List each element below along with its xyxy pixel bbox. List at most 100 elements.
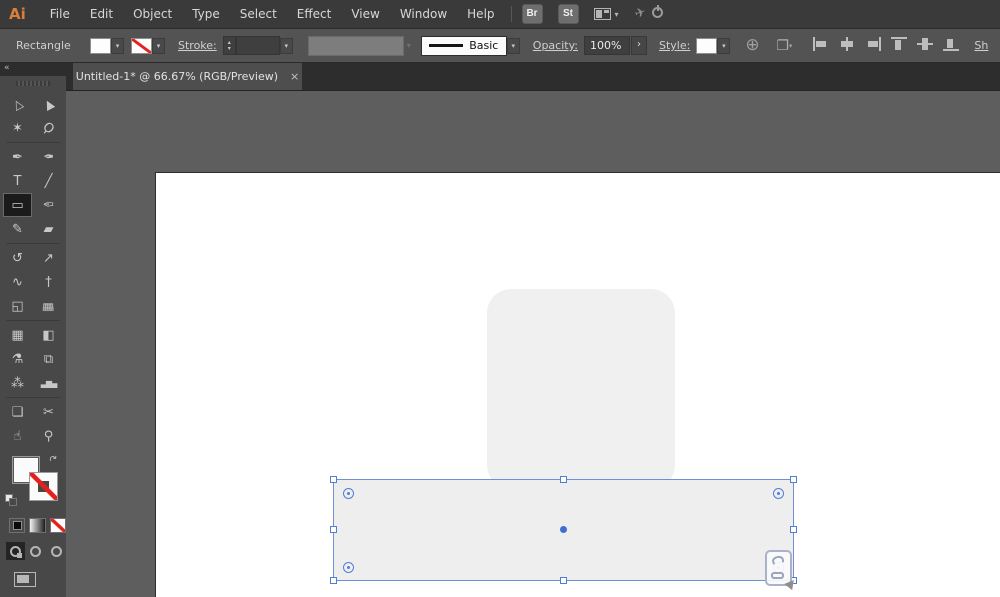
stroke-color-swatch[interactable] xyxy=(131,37,152,54)
selection-handle-e[interactable] xyxy=(790,526,797,533)
stroke-chevron-icon[interactable]: ▾ xyxy=(152,37,165,54)
panel-grip[interactable] xyxy=(16,81,50,86)
selection-handle-sw[interactable] xyxy=(330,577,337,584)
fill-color-swatch[interactable] xyxy=(90,37,111,54)
column-graph-tool[interactable]: ▃▆▄ xyxy=(34,371,63,395)
menu-type[interactable]: Type xyxy=(182,0,230,29)
symbol-sprayer-tool[interactable]: ⁂ xyxy=(3,371,32,395)
brush-chevron-icon[interactable]: ▾ xyxy=(506,37,520,54)
globe-icon[interactable]: ⊕ xyxy=(745,36,764,55)
direct-selection-tool[interactable]: ▲ xyxy=(34,92,63,116)
type-tool[interactable]: T xyxy=(3,169,32,193)
curvature-tool-icon: ✒ xyxy=(43,149,54,165)
eyedropper-tool[interactable]: ⚗ xyxy=(3,347,32,371)
menu-edit[interactable]: Edit xyxy=(80,0,123,29)
shape-label-partial: Sh xyxy=(974,39,989,52)
swap-fill-stroke-icon[interactable]: ↷ xyxy=(47,453,60,467)
default-fill-stroke-icon[interactable] xyxy=(5,494,19,506)
perspective-grid-tool[interactable]: ▦ xyxy=(34,294,63,318)
vertical-align-bottom-icon[interactable] xyxy=(943,37,960,51)
blend-tool[interactable]: ⧉ xyxy=(34,347,63,371)
horizontal-align-center-icon[interactable] xyxy=(839,37,855,51)
style-panel-link[interactable]: Style: xyxy=(659,39,690,52)
brush-name: Basic xyxy=(469,39,499,52)
close-tab-icon[interactable]: × xyxy=(290,70,299,83)
rectangle-tool[interactable]: ▭ xyxy=(3,193,32,217)
slice-tool[interactable]: ✂ xyxy=(34,400,63,424)
curvature-tool[interactable]: ✒ xyxy=(34,145,63,169)
canvas[interactable] xyxy=(66,91,1000,597)
selected-rectangle-shape[interactable] xyxy=(330,476,797,584)
draw-behind-button[interactable] xyxy=(26,542,45,560)
selection-handle-s[interactable] xyxy=(559,577,567,584)
selection-handle-n[interactable] xyxy=(559,476,567,483)
puppet-warp-tool[interactable]: † xyxy=(34,270,63,294)
lasso-tool[interactable]: Ϙ xyxy=(34,116,63,140)
hand-tool[interactable]: ☝ xyxy=(3,424,32,448)
shape-builder-tool[interactable]: ◱ xyxy=(3,294,32,318)
paintbrush-tool[interactable]: ✑ xyxy=(34,193,63,217)
selection-tool[interactable]: △ xyxy=(3,92,32,116)
corner-radius-widget-bl[interactable] xyxy=(343,562,354,573)
horizontal-align-right-icon[interactable] xyxy=(865,37,882,51)
scale-tool[interactable]: ↗ xyxy=(34,246,63,270)
magic-wand-tool[interactable]: ✶ xyxy=(3,116,32,140)
stock-button[interactable]: St xyxy=(557,4,579,24)
rounded-rectangle-shape[interactable] xyxy=(487,289,675,489)
menu-select[interactable]: Select xyxy=(230,0,287,29)
stroke-weight-chevron-icon[interactable]: ▾ xyxy=(279,37,293,54)
opacity-field[interactable]: 100% xyxy=(584,36,630,55)
menu-help[interactable]: Help xyxy=(457,0,504,29)
style-chevron-icon[interactable]: ▾ xyxy=(717,37,731,54)
vertical-align-top-icon[interactable] xyxy=(891,37,908,51)
menu-effect[interactable]: Effect xyxy=(287,0,342,29)
none-button[interactable] xyxy=(49,518,66,533)
workspace-switcher-icon[interactable] xyxy=(593,8,611,20)
menu-window[interactable]: Window xyxy=(390,0,457,29)
graphic-style-swatch[interactable] xyxy=(696,37,718,54)
mesh-tool[interactable]: ▦ xyxy=(3,323,32,347)
line-segment-tool[interactable]: ╱ xyxy=(34,169,63,193)
selection-handle-nw[interactable] xyxy=(330,476,337,483)
draw-normal-button[interactable] xyxy=(6,542,26,560)
width-tool[interactable]: ∿ xyxy=(3,270,32,294)
fill-chevron-icon[interactable]: ▾ xyxy=(111,37,124,54)
stroke-swatch[interactable] xyxy=(29,472,58,501)
document-tab[interactable]: Untitled-1* @ 66.67% (RGB/Preview) × xyxy=(73,63,302,90)
pen-tool[interactable]: ✒ xyxy=(3,145,32,169)
left-column: « △ ▲ ✶ Ϙ ✒ ✒ T ╱ ▭ ✑ ✎ ▰ ↺ ↗ ∿ † ◱ ▦ ▦ ◧ ⚗ ⧉ ⁂ ▃▆▄ ❏ ✂ ☝ ⚲ ↷ xyxy=(0,63,66,597)
corner-radius-widget-tl[interactable] xyxy=(343,488,354,499)
rotate-tool[interactable]: ↺ xyxy=(3,246,32,270)
menu-view[interactable]: View xyxy=(341,0,389,29)
shaper-tool[interactable]: ✎ xyxy=(3,217,32,241)
corner-radius-widget-tr[interactable] xyxy=(773,488,784,499)
brush-definition-dropdown[interactable]: Basic xyxy=(420,35,507,56)
collapse-panel-icon[interactable]: « xyxy=(4,63,10,73)
document-setup-icon[interactable]: ❐▾ xyxy=(776,38,792,54)
screen-mode-button[interactable] xyxy=(14,572,36,587)
stroke-weight-field[interactable] xyxy=(235,36,280,55)
vertical-align-center-icon[interactable] xyxy=(917,37,934,51)
eraser-tool[interactable]: ▰ xyxy=(34,217,63,241)
gpu-performance-icon[interactable]: ✈ xyxy=(632,4,665,24)
width-profile-dropdown[interactable] xyxy=(307,35,404,56)
chevron-down-icon[interactable]: ▾ xyxy=(615,10,619,19)
color-button[interactable] xyxy=(9,518,26,533)
opacity-panel-link[interactable]: Opacity: xyxy=(533,39,578,52)
draw-inside-button[interactable] xyxy=(47,542,66,560)
stroke-panel-link[interactable]: Stroke: xyxy=(178,39,217,52)
menu-object[interactable]: Object xyxy=(123,0,182,29)
bridge-button[interactable]: Br xyxy=(521,4,543,24)
horizontal-align-left-icon[interactable] xyxy=(813,37,829,51)
gradient-tool[interactable]: ◧ xyxy=(34,323,63,347)
stroke-weight-stepper[interactable]: ▴ ▾ xyxy=(222,36,236,55)
artboard-tool[interactable]: ❏ xyxy=(3,400,32,424)
selection-center-point[interactable] xyxy=(559,526,567,533)
selection-handle-w[interactable] xyxy=(330,526,337,533)
gradient-button[interactable] xyxy=(29,518,46,533)
app-logo: Ai xyxy=(9,5,26,23)
selection-handle-ne[interactable] xyxy=(790,476,797,483)
zoom-tool[interactable]: ⚲ xyxy=(34,424,63,448)
menu-file[interactable]: File xyxy=(40,0,80,29)
opacity-options-button[interactable]: › xyxy=(631,36,647,55)
